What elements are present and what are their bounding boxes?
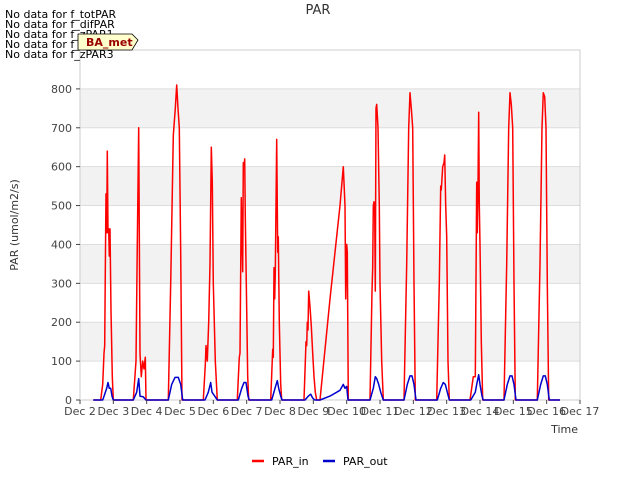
x-tick-label: Dec 4 (131, 405, 163, 418)
tooltip-text: BA_met (86, 36, 133, 49)
y-axis-label: PAR (umol/m2/s) (8, 179, 21, 271)
y-tick-label: 300 (51, 277, 72, 290)
y-tick-label: 700 (51, 122, 72, 135)
y-tick-label: 500 (51, 200, 72, 213)
legend-label: PAR_in (272, 455, 309, 468)
grid-band (80, 88, 580, 128)
legend-label: PAR_out (343, 455, 388, 468)
x-tick-label: Dec 17 (561, 405, 600, 418)
x-axis-label: Time (550, 423, 578, 436)
x-tick-label: Dec 6 (197, 405, 229, 418)
tooltip-box: BA_met (77, 33, 139, 51)
grid-band (80, 244, 580, 284)
x-tick-label: Dec 3 (97, 405, 129, 418)
y-tick-label: 0 (65, 394, 72, 407)
x-tick-label: Dec 5 (164, 405, 196, 418)
grid-band (80, 166, 580, 206)
y-tick-label: 800 (51, 83, 72, 96)
x-tick-label: Dec 9 (297, 405, 329, 418)
y-tick-label: 400 (51, 238, 72, 251)
y-tick-label: 600 (51, 161, 72, 174)
x-tick-label: Dec 7 (231, 405, 263, 418)
y-tick-label: 100 (51, 355, 72, 368)
par-chart: Dec 2 Dec 3 Dec 4 Dec 5 Dec 6 Dec 7 Dec 8 Dec 9… (0, 0, 640, 480)
x-tick-label: Dec 8 (264, 405, 296, 418)
chart-title: PAR (306, 3, 331, 18)
y-tick-label: 200 (51, 316, 72, 329)
